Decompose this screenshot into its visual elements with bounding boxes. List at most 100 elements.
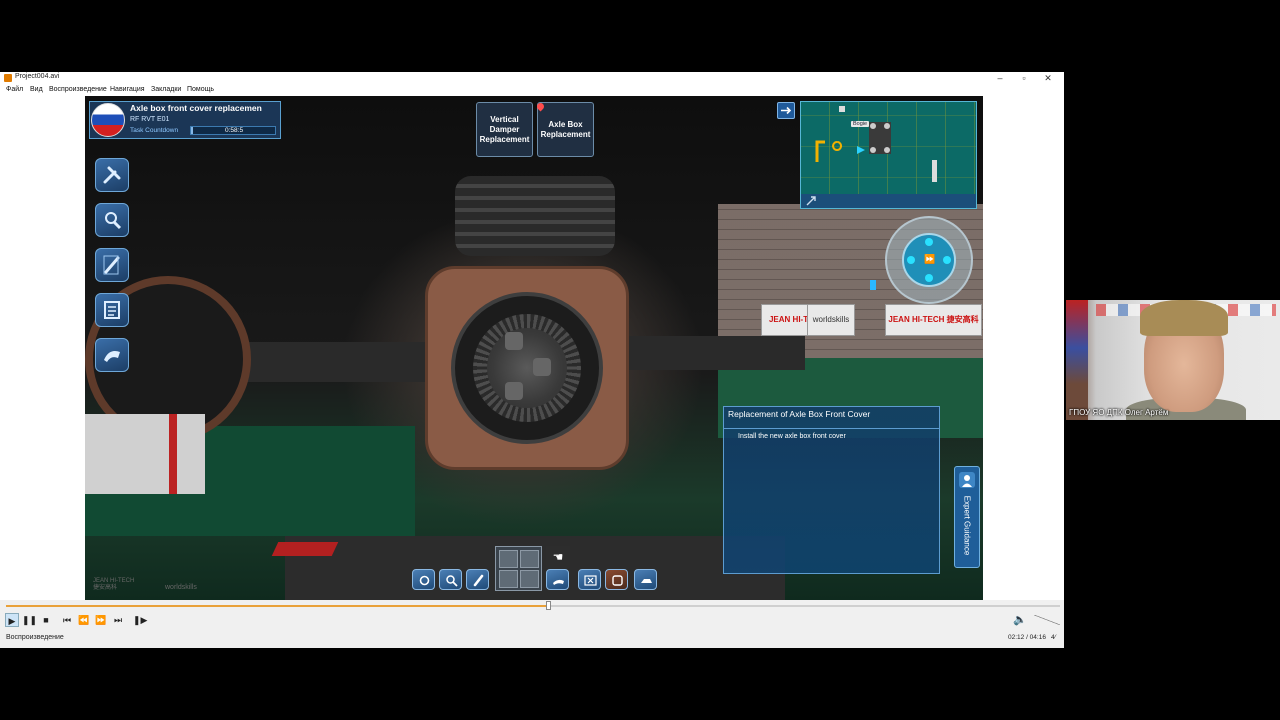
countdown-value: 0:58:5 bbox=[225, 127, 244, 134]
hub-bolt bbox=[505, 382, 523, 400]
nav-down-dot[interactable] bbox=[925, 274, 933, 282]
title-bar: Project004.avi – ▫ ✕ bbox=[0, 72, 1064, 84]
minimap-footer bbox=[801, 194, 976, 208]
menu-help[interactable]: Помощь bbox=[187, 86, 214, 93]
scene-red-strip bbox=[271, 542, 339, 556]
hand-icon bbox=[553, 579, 564, 585]
next-button[interactable]: ⏭ bbox=[111, 613, 125, 627]
guidance-instruction: Install the new axle box front cover bbox=[738, 433, 846, 440]
inventory-slot[interactable] bbox=[520, 570, 539, 588]
menu-navigation[interactable]: Навигация bbox=[110, 86, 145, 93]
watermark-text: JEAN HI-TECH bbox=[93, 578, 135, 584]
play-button[interactable]: ▶ bbox=[5, 613, 19, 627]
volume-icon[interactable]: 🔈 bbox=[1013, 613, 1027, 626]
playback-status: Воспроизведение bbox=[6, 634, 64, 641]
fast-forward-button[interactable]: ⏩ bbox=[94, 613, 108, 627]
task-countdown-label: Task Countdown bbox=[130, 127, 179, 134]
search-tool-button[interactable] bbox=[439, 569, 462, 590]
glove-button[interactable] bbox=[95, 338, 129, 372]
watermark-subtext: 捷安高科 bbox=[93, 585, 118, 591]
minimap-layout bbox=[815, 106, 937, 182]
menu-playback[interactable]: Воспроизведение bbox=[49, 86, 107, 93]
seek-thumb[interactable] bbox=[546, 601, 551, 610]
minimize-button[interactable]: – bbox=[988, 72, 1012, 84]
cover-icon bbox=[612, 575, 623, 586]
inspect-button[interactable] bbox=[95, 203, 129, 237]
video-frame[interactable]: JEAN HI-TECH worldskills JEAN HI-TECH 捷安… bbox=[85, 96, 983, 600]
playback-time: 02:12 / 04:16 bbox=[1008, 634, 1046, 641]
tools-button[interactable] bbox=[95, 158, 129, 192]
pause-button[interactable]: ❚❚ bbox=[22, 613, 37, 627]
volume-slider[interactable] bbox=[1034, 615, 1060, 625]
stop-button[interactable]: ■ bbox=[39, 613, 53, 627]
task-panel: Axle box front cover replacemen RF RVT E… bbox=[89, 101, 281, 139]
step-vertical-damper[interactable]: Vertical Damper Replacement bbox=[476, 102, 533, 157]
seek-progress bbox=[6, 605, 550, 607]
nav-slider-handle[interactable] bbox=[870, 280, 876, 290]
pen-icon bbox=[103, 255, 120, 275]
russia-flag-icon bbox=[91, 103, 125, 137]
axle-box-hub bbox=[487, 328, 567, 408]
countdown-fill bbox=[191, 127, 193, 134]
nav-up-dot[interactable] bbox=[925, 238, 933, 246]
worldskills-watermark: worldskills bbox=[165, 584, 197, 591]
tools-icon bbox=[103, 166, 121, 184]
pen-button[interactable] bbox=[95, 248, 129, 282]
bolt-icon bbox=[473, 574, 484, 587]
scene-axle-frame-right bbox=[605, 336, 805, 370]
nav-right-dot[interactable] bbox=[943, 256, 951, 264]
participant-hair bbox=[1140, 300, 1228, 336]
notes-icon bbox=[104, 301, 120, 319]
wrench-icon bbox=[419, 575, 430, 586]
search-icon bbox=[446, 575, 458, 587]
nav-joystick[interactable]: ⏩ bbox=[902, 233, 956, 287]
hub-bolt bbox=[505, 332, 523, 350]
restore-button[interactable]: ▫ bbox=[1012, 72, 1036, 84]
inventory-grid[interactable] bbox=[495, 546, 542, 591]
inventory-slot[interactable] bbox=[499, 570, 518, 588]
inventory-slot[interactable] bbox=[499, 550, 518, 568]
scene-banner-3: JEAN HI-TECH 捷安高科 bbox=[885, 304, 982, 336]
glove-icon bbox=[104, 351, 120, 362]
inventory-slot[interactable] bbox=[520, 550, 539, 568]
tool-car-button[interactable] bbox=[634, 569, 657, 590]
webcam-feed: ГПОУ ЯО ДПК Олег Артём bbox=[1066, 300, 1280, 420]
task-code: RF RVT E01 bbox=[130, 116, 170, 123]
expand-map-icon[interactable] bbox=[805, 195, 817, 207]
countdown-bar: 0:58:5 bbox=[190, 126, 276, 135]
window-title: Project004.avi bbox=[15, 73, 60, 80]
step-axle-box[interactable]: Axle Box Replacement bbox=[537, 102, 594, 157]
playback-extra: 4⁄ bbox=[1051, 634, 1056, 641]
menu-view[interactable]: Вид bbox=[30, 86, 43, 93]
camera-nav-control[interactable]: ⏩ bbox=[885, 216, 973, 304]
player-control-bar: ▶ ❚❚ ■ ⏮ ⏪ ⏩ ⏭ ❚▶ 🔈 Воспроизведение 02:1… bbox=[0, 600, 1064, 648]
wrench-tool-button[interactable] bbox=[412, 569, 435, 590]
frame-step-button[interactable]: ❚▶ bbox=[133, 613, 147, 627]
menu-bookmarks[interactable]: Закладки bbox=[151, 86, 181, 93]
close-button[interactable]: ✕ bbox=[1036, 72, 1060, 84]
clear-tool-button[interactable] bbox=[578, 569, 601, 590]
exit-icon[interactable] bbox=[777, 102, 795, 119]
cover-tool-button[interactable] bbox=[605, 569, 628, 590]
bolt-tool-button[interactable] bbox=[466, 569, 489, 590]
scene-axle-frame bbox=[235, 342, 445, 382]
video-player-window: Project004.avi – ▫ ✕ Файл Вид Воспроизве… bbox=[0, 72, 1064, 648]
seek-bar[interactable] bbox=[6, 601, 1060, 610]
webcam-background-flag bbox=[1066, 300, 1088, 420]
menu-file[interactable]: Файл bbox=[6, 86, 23, 93]
hand-tool-icon[interactable]: ☚ bbox=[546, 546, 570, 568]
rewind-button[interactable]: ⏪ bbox=[77, 613, 91, 627]
expert-guidance-label: Expert Guidance bbox=[962, 495, 972, 556]
notes-button[interactable] bbox=[95, 293, 129, 327]
player-app-icon bbox=[4, 74, 12, 82]
task-title: Axle box front cover replacemen bbox=[130, 103, 262, 113]
menu-bar: Файл Вид Воспроизведение Навигация Закла… bbox=[0, 85, 1064, 95]
jean-hitech-watermark: JEAN HI-TECH 捷安高科 bbox=[93, 578, 134, 592]
nav-left-dot[interactable] bbox=[907, 256, 915, 264]
minimap[interactable]: Bogie bbox=[800, 101, 977, 209]
inspect-icon bbox=[105, 212, 122, 230]
previous-button[interactable]: ⏮ bbox=[60, 613, 74, 627]
guidance-title: Replacement of Axle Box Front Cover bbox=[728, 409, 871, 419]
hand-action-button[interactable] bbox=[546, 569, 569, 590]
expert-guidance-button[interactable]: Expert Guidance bbox=[954, 466, 980, 568]
